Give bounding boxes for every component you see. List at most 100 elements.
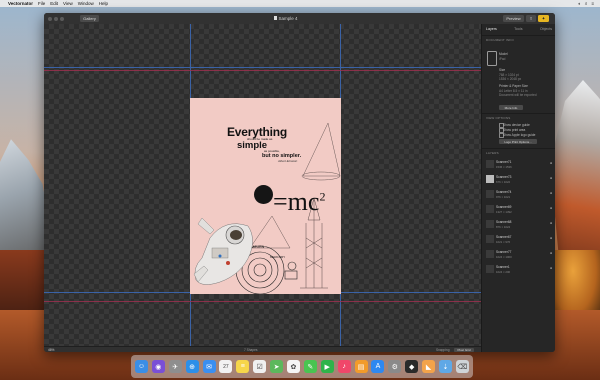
- document-title: Sample 4: [274, 16, 298, 21]
- equation-superscript: 2: [319, 189, 326, 204]
- books-icon[interactable]: ▤: [354, 360, 368, 373]
- margin-guide: [44, 70, 481, 71]
- layer-dimensions: 876 × 1024: [496, 224, 511, 229]
- dock: ☺ ◉ ✈ ⊕ ✉ 27 ≡ ☑ ➤ ✿ ✎ ▶ ♪ ▤ A ⚙ ◆ ◣ ⇣ ⌫: [131, 355, 473, 378]
- divider: [482, 113, 555, 114]
- notification-center-icon[interactable]: ≡: [591, 1, 594, 6]
- equation-main: =mc: [273, 187, 320, 216]
- visibility-icon[interactable]: ●: [550, 221, 552, 225]
- inspector-panel: Layers Tools Objects DOCUMENT INFO Model…: [481, 24, 555, 352]
- photos-icon[interactable]: ✿: [286, 360, 300, 373]
- tab-objects[interactable]: Objects: [540, 27, 552, 33]
- layer-name: Scanner73: [496, 174, 512, 179]
- finder-icon[interactable]: ☺: [134, 360, 148, 373]
- messages-icon[interactable]: ✎: [303, 360, 317, 373]
- vectornator-icon[interactable]: ◆: [405, 360, 419, 373]
- layer-row[interactable]: Scanner73 676 × 1022 ●: [482, 172, 555, 187]
- layer-name: Scanner1: [496, 264, 510, 269]
- menu-file[interactable]: File: [38, 1, 45, 6]
- layer-thumbnail: [486, 220, 494, 228]
- artboard[interactable]: SATURN MERCURY Everything should be made…: [190, 98, 341, 294]
- section-view-options: VIEW OPTIONS: [486, 116, 511, 120]
- maps-icon[interactable]: ➤: [270, 360, 284, 373]
- equation-emc2[interactable]: =mc2: [273, 189, 325, 215]
- music-icon[interactable]: ♪: [337, 360, 351, 373]
- model-label: Model: [499, 52, 508, 56]
- canvas[interactable]: SATURN MERCURY Everything should be made…: [44, 24, 481, 346]
- visibility-icon[interactable]: ●: [550, 266, 552, 270]
- text-author[interactable]: Albert Einstein: [278, 159, 297, 163]
- close-window-button[interactable]: [48, 16, 52, 21]
- layer-row[interactable]: Scanner67 1021 × 976 ●: [482, 232, 555, 247]
- tab-tools[interactable]: Tools: [514, 27, 522, 33]
- guide-horizontal[interactable]: [44, 67, 481, 68]
- layer-dimensions: 1021 × 976: [496, 239, 511, 244]
- trash-icon[interactable]: ⌫: [455, 360, 469, 373]
- visibility-icon[interactable]: ●: [550, 161, 552, 165]
- preferences-icon[interactable]: ⚙: [388, 360, 402, 373]
- layer-name: Scanner71: [496, 159, 512, 164]
- visibility-icon[interactable]: ●: [550, 191, 552, 195]
- option-apple-logo-guide: Show Apple logo guide: [503, 132, 536, 137]
- layer-row[interactable]: Scanner74 976 × 1021 ●: [482, 187, 555, 202]
- notes-icon[interactable]: ≡: [236, 360, 250, 373]
- triangle-outline: [249, 215, 291, 249]
- visibility-icon[interactable]: ●: [550, 251, 552, 255]
- mail-icon[interactable]: ✉: [202, 360, 216, 373]
- layer-dimensions: 1536 × 1536: [496, 164, 512, 169]
- layer-row[interactable]: Scanner1 1024 × 200 ●: [482, 262, 555, 277]
- tab-layers[interactable]: Layers: [486, 27, 497, 33]
- menu-app-name[interactable]: Vectornator: [8, 1, 33, 6]
- calendar-icon[interactable]: 27: [219, 360, 233, 373]
- menu-help[interactable]: Help: [99, 1, 108, 6]
- zoom-window-button[interactable]: [60, 16, 64, 21]
- more-info-button[interactable]: More Info: [499, 105, 523, 110]
- zoom-level[interactable]: 46%: [48, 348, 54, 352]
- layer-row[interactable]: Scanner69 1327 × 1392 ●: [482, 202, 555, 217]
- share-icon: ⇪: [529, 16, 533, 21]
- visibility-icon[interactable]: ●: [550, 236, 552, 240]
- layer-row[interactable]: Scanner71 1536 × 1536 ●: [482, 157, 555, 172]
- layer-dimensions: 1024 × 1000: [496, 254, 512, 259]
- appstore-icon[interactable]: A: [371, 360, 385, 373]
- layer-thumbnail: [486, 160, 494, 168]
- minimize-window-button[interactable]: [54, 16, 58, 21]
- gallery-button[interactable]: Gallery: [80, 15, 99, 22]
- menu-window[interactable]: Window: [78, 1, 94, 6]
- layer-row[interactable]: Scanner68 876 × 1024 ●: [482, 217, 555, 232]
- reminders-icon[interactable]: ☑: [253, 360, 267, 373]
- logo-print-options-button[interactable]: Logo Print Options...: [499, 139, 537, 144]
- layer-thumbnail: [486, 190, 494, 198]
- layer-thumbnail: [486, 175, 494, 183]
- layer-name: Scanner74: [496, 189, 512, 194]
- spotlight-icon[interactable]: ⌕: [585, 1, 588, 6]
- facetime-icon[interactable]: ▶: [320, 360, 334, 373]
- siri-icon[interactable]: ◉: [151, 360, 165, 373]
- layer-dimensions: 1327 × 1392: [496, 209, 512, 214]
- preview-button[interactable]: Preview: [503, 15, 524, 22]
- menu-edit[interactable]: Edit: [50, 1, 58, 6]
- menu-extra-1[interactable]: ◐: [578, 1, 581, 6]
- section-layers: LAYERS: [486, 151, 499, 155]
- menu-view[interactable]: View: [63, 1, 73, 6]
- model-value: iPad: [499, 57, 506, 61]
- document-title-text: Sample 4: [278, 15, 298, 21]
- black-circle[interactable]: [254, 185, 273, 204]
- downloads-icon[interactable]: ⇣: [438, 360, 452, 373]
- snapping-label[interactable]: Snapping: [436, 348, 449, 352]
- launchpad-icon[interactable]: ✈: [168, 360, 182, 373]
- safari-icon[interactable]: ⊕: [185, 360, 199, 373]
- layer-dimensions: 1024 × 200: [496, 269, 511, 274]
- app-icon[interactable]: ◣: [422, 360, 436, 373]
- layer-row[interactable]: Scanner77 1024 × 1000 ●: [482, 247, 555, 262]
- visibility-icon[interactable]: ●: [550, 206, 552, 210]
- layer-dimensions: 976 × 1021: [496, 194, 511, 199]
- cone-outline: [302, 122, 341, 177]
- text-simple[interactable]: simple: [237, 140, 267, 151]
- menu-bar: Vectornator File Edit View Window Help ◐…: [0, 0, 600, 7]
- lightbulb-button[interactable]: ✦: [538, 15, 549, 22]
- share-button[interactable]: ⇪: [526, 15, 536, 22]
- layer-dimensions: 676 × 1022: [496, 179, 511, 184]
- pixel-grid-button[interactable]: Pixel Grid: [454, 347, 474, 352]
- visibility-icon[interactable]: ●: [550, 176, 552, 180]
